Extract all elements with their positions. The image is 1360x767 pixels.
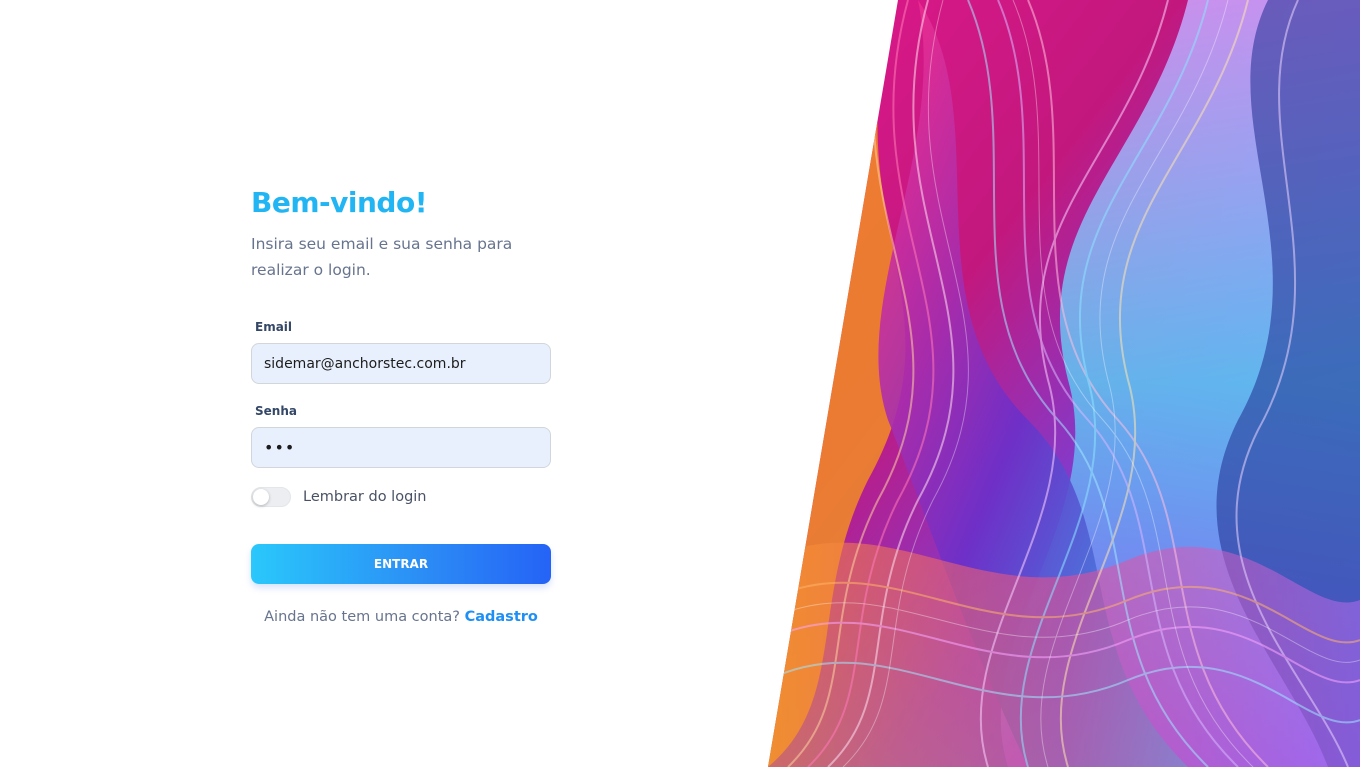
- email-field-box: [251, 343, 551, 384]
- remember-login-toggle[interactable]: [251, 487, 291, 507]
- signup-link[interactable]: Cadastro: [465, 609, 538, 625]
- enter-button[interactable]: ENTRAR: [251, 544, 551, 584]
- toggle-knob: [253, 489, 269, 505]
- remember-login-row: Lembrar do login: [251, 486, 551, 508]
- page-title: Bem-vindo!: [251, 186, 427, 219]
- password-label: Senha: [255, 404, 297, 418]
- email-field[interactable]: [264, 355, 538, 372]
- signup-prompt: Ainda não tem uma conta?: [264, 609, 465, 625]
- page-subtitle: Insira seu email e sua senha para realiz…: [251, 235, 513, 279]
- remember-login-label[interactable]: Lembrar do login: [303, 489, 427, 505]
- email-label: Email: [255, 320, 293, 334]
- password-field[interactable]: [264, 438, 538, 457]
- password-field-box: [251, 427, 551, 468]
- login-page: Bem-vindo! Insira seu email e sua senha …: [0, 0, 1360, 767]
- signup-row: Ainda não tem uma conta? Cadastro: [251, 609, 551, 625]
- login-panel: Bem-vindo! Insira seu email e sua senha …: [251, 183, 551, 625]
- decorative-artwork: [768, 0, 1360, 767]
